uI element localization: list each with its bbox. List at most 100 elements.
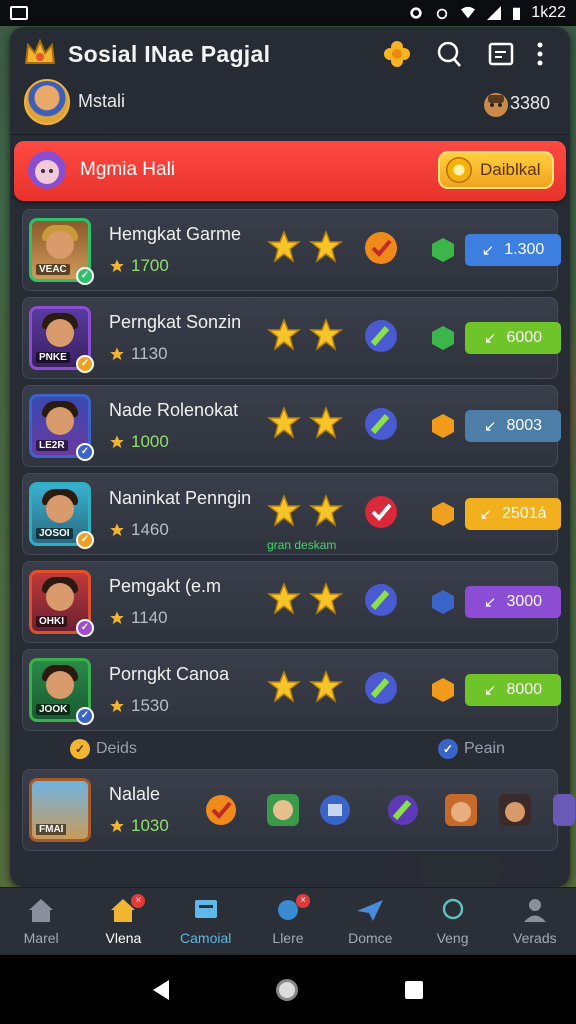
rank-badge: ✓	[76, 443, 94, 461]
character-reward-icon[interactable]	[443, 792, 479, 828]
home-icon[interactable]	[275, 978, 298, 1001]
gem-icon	[432, 590, 454, 614]
nav-item-vlena[interactable]: × Vlena	[82, 888, 164, 955]
star-icon	[110, 259, 124, 272]
nav-item-veng[interactable]: Veng	[411, 888, 493, 955]
rank-badge: ✓	[76, 267, 94, 285]
nav-item-domce[interactable]: Domce	[329, 888, 411, 955]
coin-count: 3380	[510, 93, 551, 113]
value-label: 1.300	[504, 241, 545, 258]
value-label: 6000	[506, 329, 543, 346]
plane-icon	[355, 897, 385, 926]
arrow-icon: ↙	[483, 330, 497, 347]
house-icon	[26, 897, 56, 926]
action-icon[interactable]	[363, 406, 399, 442]
list-item[interactable]: JOSOI ✓ Naninkat Penngin 1460 ↙ 2501á gran des…	[22, 473, 561, 555]
list-item[interactable]: LE2R ✓ Nade Rolenokat 1000 ↙ 8003	[22, 385, 561, 467]
edit-box-icon[interactable]	[486, 39, 516, 69]
player-name: Perngkat Sonzin	[109, 312, 242, 332]
action-icon[interactable]	[363, 670, 399, 706]
shield-reward-icon[interactable]	[317, 792, 353, 828]
score-value: 1130	[131, 344, 168, 363]
rank-badge: ✓	[76, 707, 94, 725]
list-item[interactable]: PNKE ✓ Perngkat Sonzin 1130 ↙ 6000	[22, 297, 561, 379]
list-item[interactable]: VEAC ✓ Hemgkat Garme 1700 ↙ 1.300	[22, 209, 561, 291]
recents-icon[interactable]	[404, 980, 423, 999]
character-reward-icon[interactable]	[265, 792, 301, 828]
coin-icon	[446, 157, 472, 183]
star-icon	[266, 317, 302, 352]
arrow-icon: ↙	[483, 594, 497, 611]
player-avatar: LE2R ✓	[29, 394, 94, 461]
value-label: 2501á	[502, 505, 547, 522]
banner-character-icon	[28, 151, 66, 189]
rank-badge: ✓	[76, 355, 94, 373]
section-left-text: Deids	[96, 740, 137, 757]
action-icon[interactable]	[363, 318, 399, 354]
nav-item-verads[interactable]: Verads	[494, 888, 576, 955]
player-avatar: JOSOI ✓	[29, 482, 94, 549]
score-value: 1700	[131, 256, 169, 275]
value-button[interactable]: ↙ 8003	[465, 410, 561, 442]
star-icon	[110, 523, 124, 536]
player-name: Naninkat Penngin	[109, 488, 252, 508]
character-reward-icon[interactable]	[497, 792, 533, 828]
star-icon	[308, 405, 344, 440]
score-value: 1000	[131, 432, 169, 451]
player-avatar: VEAC ✓	[29, 218, 94, 285]
rank-badge: ✓	[76, 531, 94, 549]
avatar-tag: VEAC	[36, 264, 70, 275]
profile-avatar[interactable]	[24, 79, 70, 125]
more-menu-icon[interactable]	[530, 39, 550, 69]
nav-item-marel[interactable]: Marel	[0, 888, 82, 955]
bottom-nav: Marel × Vlena Camoial × Llere Domce Veng Verads	[0, 887, 576, 955]
back-icon[interactable]	[153, 979, 170, 1000]
nav-item-camoial[interactable]: Camoial	[165, 888, 247, 955]
list-item[interactable]: OHKI ✓ Pemgakt (e.m 1140 ↙ 3000	[22, 561, 561, 643]
gem-icon	[432, 678, 454, 702]
chat-icon	[191, 897, 221, 926]
value-button[interactable]: ↙ 8000	[465, 674, 561, 706]
system-nav-bar	[0, 955, 576, 1024]
action-icon[interactable]	[363, 230, 399, 266]
gem-icon	[432, 326, 454, 350]
signal-icon	[487, 6, 502, 20]
action-icon[interactable]	[363, 582, 399, 618]
person-icon	[520, 897, 550, 926]
featured-banner[interactable]: Mgmia Hali Daiblkal	[14, 141, 566, 201]
star-icon	[110, 611, 124, 624]
value-button[interactable]: ↙ 6000	[465, 322, 561, 354]
value-button[interactable]: ↙ 2501á	[465, 498, 561, 530]
pen-reward-icon[interactable]	[385, 792, 421, 828]
check-reward-icon[interactable]	[203, 792, 239, 828]
player-name: Porngkt Canoa	[109, 664, 230, 684]
star-icon	[110, 819, 124, 832]
star-icon	[308, 317, 344, 352]
nav-label: Llere	[272, 930, 304, 946]
section-label-right: ✓ Peain	[438, 739, 505, 759]
section-label-left: ✓ Deids	[70, 739, 137, 759]
flower-icon[interactable]	[382, 39, 412, 69]
player-score: 1530	[109, 696, 169, 716]
main-panel: Sosial INae Pagjal Mstali 3380 Mgmia Hal…	[10, 27, 575, 887]
nav-label: Camoial	[180, 930, 232, 946]
character-reward-icon[interactable]	[551, 792, 575, 828]
value-button[interactable]: ↙ 3000	[465, 586, 561, 618]
gem-icon	[432, 414, 454, 438]
list-item[interactable]: JOOK ✓ Porngkt Canoa 1530 ↙ 8000	[22, 649, 561, 731]
app-title: Sosial INae Pagjal	[68, 41, 271, 67]
player-name: Pemgakt (e.m	[109, 576, 222, 596]
character-coin-icon	[484, 93, 508, 117]
status-icons: 1k22	[408, 4, 566, 22]
action-icon[interactable]	[363, 494, 399, 530]
rewards-row[interactable]: FMAI Nalale 1030	[22, 769, 575, 851]
app-notification-icon	[10, 6, 28, 20]
nav-label: Vlena	[105, 930, 142, 946]
avatar-tag: JOOK	[36, 704, 71, 715]
banner-action-button[interactable]: Daiblkal	[438, 151, 554, 189]
nav-item-llere[interactable]: × Llere	[247, 888, 329, 955]
search-icon[interactable]	[434, 39, 464, 69]
check-badge-icon: ✓	[70, 739, 90, 759]
gem-icon	[432, 238, 454, 262]
value-button[interactable]: ↙ 1.300	[465, 234, 561, 266]
